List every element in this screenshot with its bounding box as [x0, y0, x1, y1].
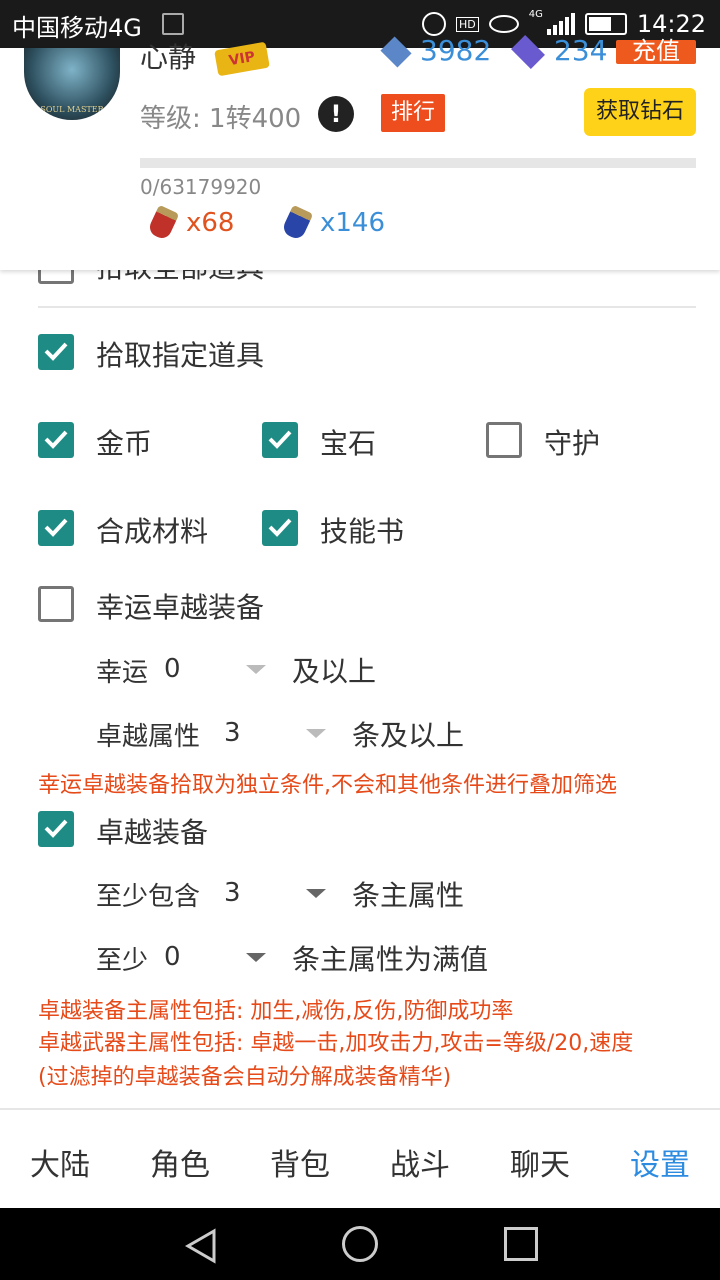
lucky-excellent-checkbox[interactable]	[38, 586, 74, 622]
exp-text: 0/63179920	[140, 175, 262, 199]
excellent-note-1: 卓越装备主属性包括: 加生,减伤,反伤,防御成功率	[38, 999, 514, 1024]
level-text: 等级: 1转400	[140, 104, 302, 134]
home-icon[interactable]	[342, 1226, 378, 1262]
attr-prefix: 卓越属性	[96, 722, 201, 752]
info-exclamation-icon[interactable]: !	[318, 96, 354, 132]
min-main-prefix: 至少包含	[96, 882, 201, 912]
luck-prefix: 幸运	[96, 658, 149, 688]
battery-icon	[584, 13, 627, 35]
material-checkbox[interactable]	[38, 510, 74, 546]
tab-backpack[interactable]: 背包	[240, 1140, 360, 1184]
tab-chat[interactable]: 聊天	[480, 1140, 600, 1184]
carrier-label: 中国移动4G	[12, 14, 142, 42]
settings-content[interactable]: 拾取全部道具 拾取指定道具 金币 宝石 守护 合成材料 技能书 幸运卓越装备 幸…	[0, 270, 720, 1108]
clock: 14:22	[636, 10, 706, 38]
recent-apps-icon[interactable]	[504, 1227, 538, 1261]
excellent-note-3: (过滤掉的卓越装备会自动分解成装备精华)	[38, 1065, 452, 1090]
avatar-logo: SOUL MASTER	[40, 105, 104, 114]
tab-settings[interactable]: 设置	[600, 1140, 720, 1184]
signal-icon	[546, 13, 575, 35]
system-nav-bar	[0, 1208, 720, 1280]
gold-label: 金币	[96, 427, 153, 460]
pickup-all-checkbox[interactable]	[38, 270, 74, 284]
currency2-amount: 234	[554, 34, 608, 67]
red-potion-count: x68	[186, 208, 235, 238]
red-potion-icon	[146, 204, 180, 242]
attr-value-select[interactable]: 3	[224, 718, 241, 748]
excellent-label: 卓越装备	[96, 816, 209, 849]
min-full-value-select[interactable]: 0	[164, 942, 181, 972]
attr-dropdown-caret-icon[interactable]	[306, 729, 326, 738]
tab-battle[interactable]: 战斗	[360, 1140, 480, 1184]
gem-label: 宝石	[320, 427, 377, 460]
excellent-checkbox[interactable]	[38, 811, 74, 847]
luck-dropdown-caret-icon[interactable]	[246, 665, 266, 674]
attr-suffix: 条及以上	[352, 719, 465, 752]
min-main-dropdown-caret-icon[interactable]	[306, 889, 326, 898]
bottom-tab-bar: 大陆 角色 背包 战斗 聊天 设置	[0, 1108, 720, 1210]
rank-button[interactable]: 排行	[381, 94, 445, 132]
material-label: 合成材料	[96, 515, 209, 548]
avatar[interactable]: SOUL MASTER	[24, 48, 120, 120]
lucky-excellent-label: 幸运卓越装备	[96, 591, 265, 624]
currency1-amount: 3982	[420, 34, 492, 67]
luck-value-select[interactable]: 0	[164, 654, 181, 684]
min-main-value-select[interactable]: 3	[224, 878, 241, 908]
gem-checkbox[interactable]	[262, 422, 298, 458]
back-icon[interactable]	[184, 1228, 218, 1264]
network-type-label: 4G	[528, 8, 543, 20]
profile-header: SOUL MASTER 心静 VIP 3982 234 充值 等级: 1转400…	[0, 34, 720, 270]
status-bar: 中国移动4G HD 4G 14:22	[0, 0, 720, 48]
alarm-icon	[421, 12, 446, 36]
username: 心静	[140, 41, 197, 74]
eye-comfort-icon	[488, 15, 519, 33]
exp-progress-bar	[140, 158, 696, 168]
guard-label: 守护	[544, 427, 601, 460]
min-full-suffix: 条主属性为满值	[292, 943, 489, 976]
tab-character[interactable]: 角色	[120, 1140, 240, 1184]
pickup-all-label: 拾取全部道具	[96, 270, 264, 286]
blue-potion-icon	[280, 204, 314, 242]
recharge-button[interactable]: 充值	[616, 39, 696, 64]
tab-continent[interactable]: 大陆	[0, 1140, 120, 1184]
skillbook-checkbox[interactable]	[262, 510, 298, 546]
blue-potion-count: x146	[320, 208, 386, 238]
pickup-specific-checkbox[interactable]	[38, 334, 74, 370]
excellent-note-2: 卓越武器主属性包括: 卓越一击,加攻击力,攻击=等级/20,速度	[38, 1031, 634, 1056]
skillbook-label: 技能书	[320, 515, 405, 548]
min-full-prefix: 至少	[96, 946, 149, 976]
lucky-excellent-note: 幸运卓越装备拾取为独立条件,不会和其他条件进行叠加筛选	[38, 773, 617, 798]
luck-suffix: 及以上	[292, 655, 377, 688]
image-notification-icon	[162, 13, 184, 35]
get-diamonds-button[interactable]: 获取钻石	[584, 88, 696, 136]
divider	[38, 306, 696, 308]
min-full-dropdown-caret-icon[interactable]	[246, 953, 266, 962]
guard-checkbox[interactable]	[486, 422, 522, 458]
gold-checkbox[interactable]	[38, 422, 74, 458]
pickup-specific-label: 拾取指定道具	[96, 339, 265, 372]
min-main-suffix: 条主属性	[352, 879, 465, 912]
hd-icon: HD	[455, 16, 479, 32]
